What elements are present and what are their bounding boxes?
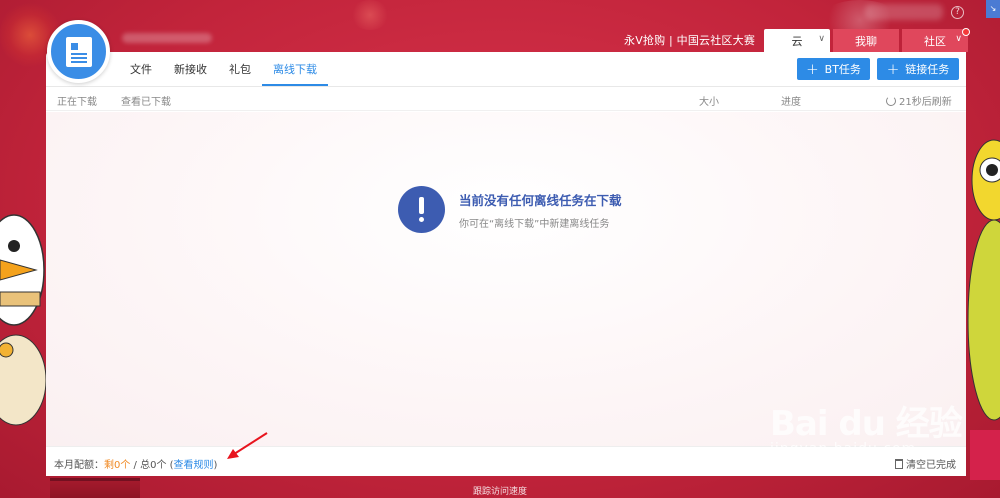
view-rules-link[interactable]: 查看规则 (174, 460, 214, 471)
tab-label: 礼包 (229, 63, 251, 76)
rooster-mascot-right (967, 139, 1000, 480)
username-blurred (122, 33, 212, 43)
tab-gifts[interactable]: 礼包 (218, 52, 262, 86)
document-icon (65, 36, 92, 67)
column-progress: 进度 (781, 97, 801, 108)
main-nav: 文件 新接收 礼包 离线下载 (119, 52, 328, 86)
downloading-filter[interactable]: 正在下载 (57, 93, 97, 108)
top-tab-cloud[interactable]: 云 ∨ (764, 29, 830, 52)
clear-completed-button[interactable]: 清空已完成 (895, 456, 956, 471)
trash-icon (895, 458, 903, 469)
top-tab-label: 社区 (924, 34, 946, 48)
firework-decoration (350, 0, 390, 30)
refresh-icon (886, 95, 896, 106)
button-label: 链接任务 (905, 63, 950, 76)
exclamation-icon (398, 186, 445, 233)
tab-files[interactable]: 文件 (119, 52, 163, 86)
tab-label: 文件 (130, 63, 152, 76)
tab-label: 新接收 (174, 63, 207, 76)
account-blurred (865, 4, 943, 20)
top-tab-chat[interactable]: 我聊 (833, 29, 899, 52)
watermark-logo: Bai du 经验 (770, 404, 963, 444)
notification-dot (962, 28, 970, 36)
tab-new-received[interactable]: 新接收 (163, 52, 218, 86)
bt-task-button[interactable]: + BT任务 (797, 58, 870, 80)
plus-icon: + (806, 59, 819, 78)
chevron-down-icon: ∨ (955, 34, 962, 44)
button-label: BT任务 (824, 63, 861, 76)
annotation-arrow (227, 432, 268, 459)
refresh-countdown: 21秒后刷新 (899, 97, 952, 108)
quota-total: / 总0个 ( (130, 460, 174, 471)
link-task-button[interactable]: + 链接任务 (877, 58, 959, 80)
top-tab-label: 云 (791, 34, 803, 48)
corner-arrow-icon[interactable]: ↘ (986, 0, 1000, 18)
window-title[interactable]: 永V抢购 | 中国云社区大赛 (624, 32, 755, 48)
column-size: 大小 (699, 97, 719, 108)
chevron-down-icon: ∨ (818, 34, 825, 44)
help-icon[interactable]: ? (951, 6, 964, 19)
monthly-quota: 本月配额：剩0个 / 总0个 (查看规则) (54, 456, 217, 471)
top-tabs: 云 ∨ 我聊 社区 ∨ (764, 28, 970, 52)
quota-suffix: ) (213, 460, 218, 471)
empty-state-subtitle: 你可在“离线下载”中新建离线任务 (459, 218, 610, 230)
empty-state: 当前没有任何离线任务在下载 你可在“离线下载”中新建离线任务 (398, 186, 622, 233)
empty-state-title: 当前没有任何离线任务在下载 (459, 192, 622, 208)
task-list-header: 正在下载 查看已下载 大小 进度 21秒后刷新 (46, 87, 966, 111)
top-tab-community[interactable]: 社区 ∨ (902, 28, 970, 52)
refresh-button[interactable]: 21秒后刷新 (886, 93, 952, 108)
status-bar-text: 跟踪访问速度 (472, 487, 527, 497)
baidu-watermark: Bai du 经验 jingyan.baidu.com (770, 396, 963, 457)
tab-offline-download[interactable]: 离线下载 (262, 52, 328, 86)
quota-label: 本月配额： (54, 460, 104, 471)
view-downloaded-link[interactable]: 查看已下载 (121, 93, 171, 108)
rooster-mascot-left (0, 214, 47, 426)
tab-label: 离线下载 (273, 63, 317, 76)
top-tab-label: 我聊 (855, 34, 877, 48)
quota-remaining: 剩0个 (104, 460, 131, 471)
clear-completed-label: 清空已完成 (906, 460, 956, 471)
avatar[interactable] (47, 20, 110, 83)
plus-icon: + (886, 59, 900, 78)
